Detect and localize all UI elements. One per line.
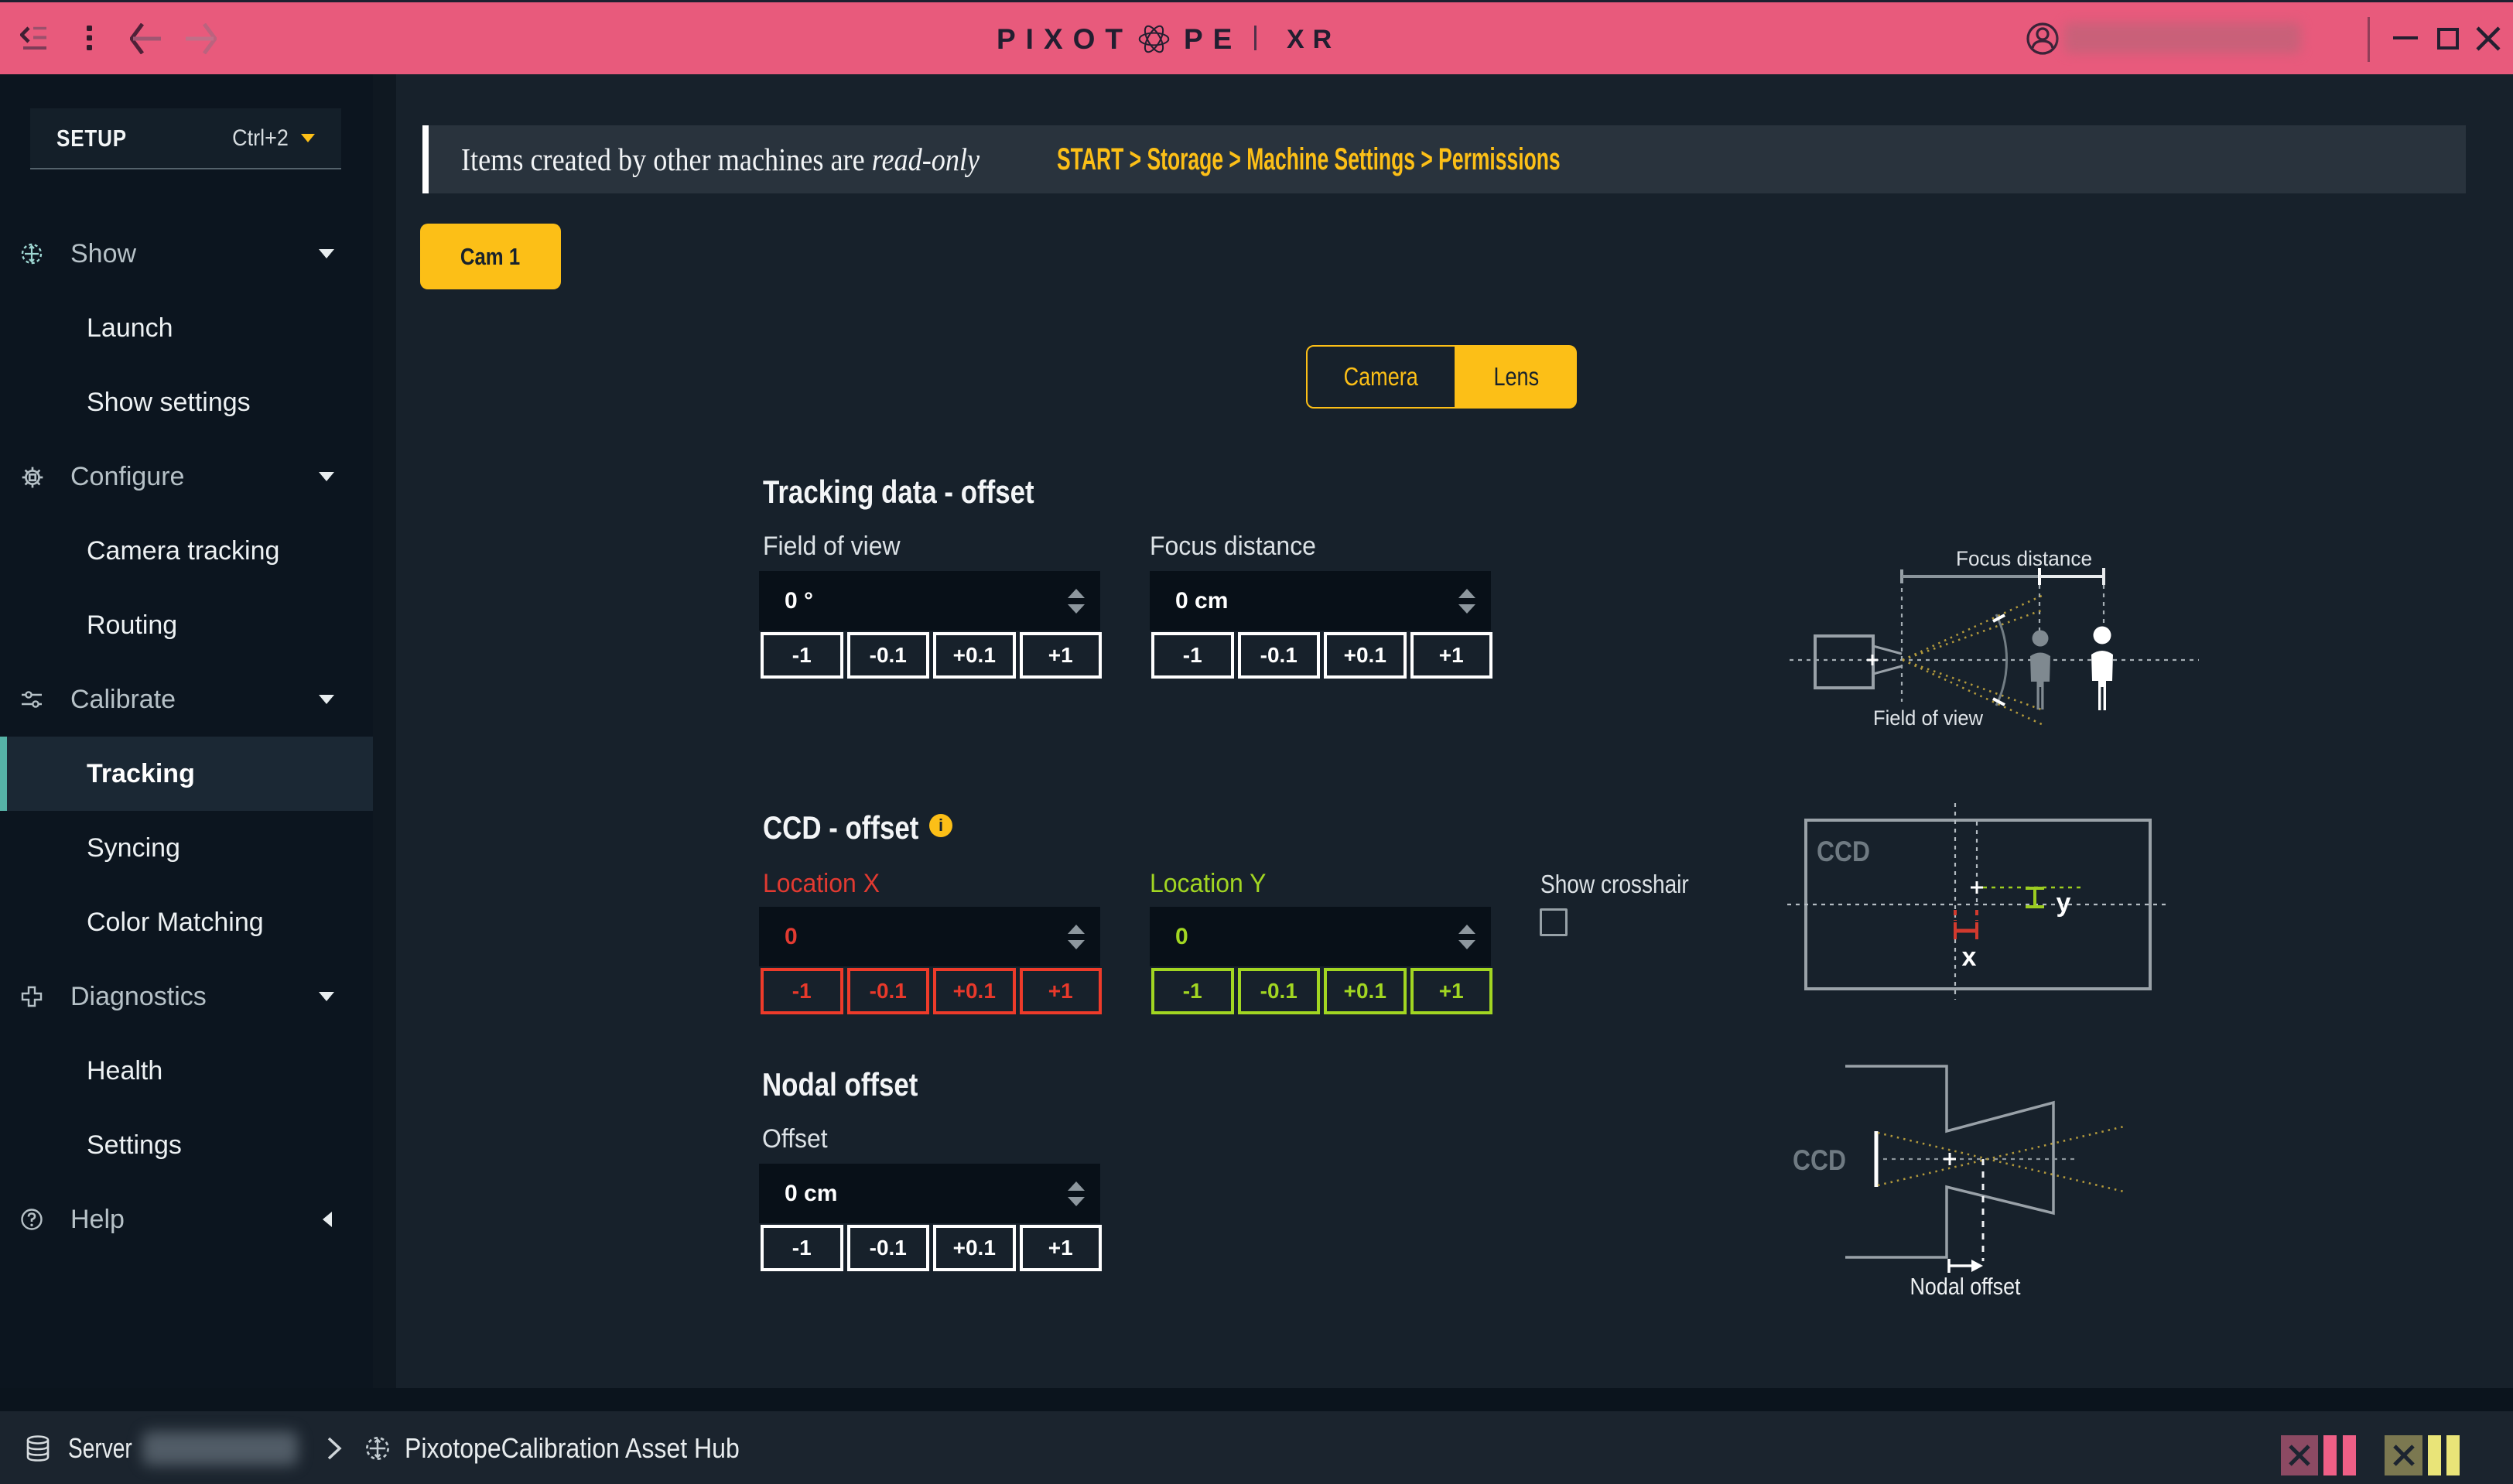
svg-text:x: x [1962,942,1977,972]
svg-text:Focus distance: Focus distance [1956,547,2092,570]
svg-text:Field of view: Field of view [1873,706,1983,730]
svg-text:CCD: CCD [1793,1144,1846,1176]
svg-text:CCD: CCD [1817,836,1870,867]
svg-text:y: y [2057,888,2071,918]
svg-text:Nodal offset: Nodal offset [1910,1273,2021,1300]
